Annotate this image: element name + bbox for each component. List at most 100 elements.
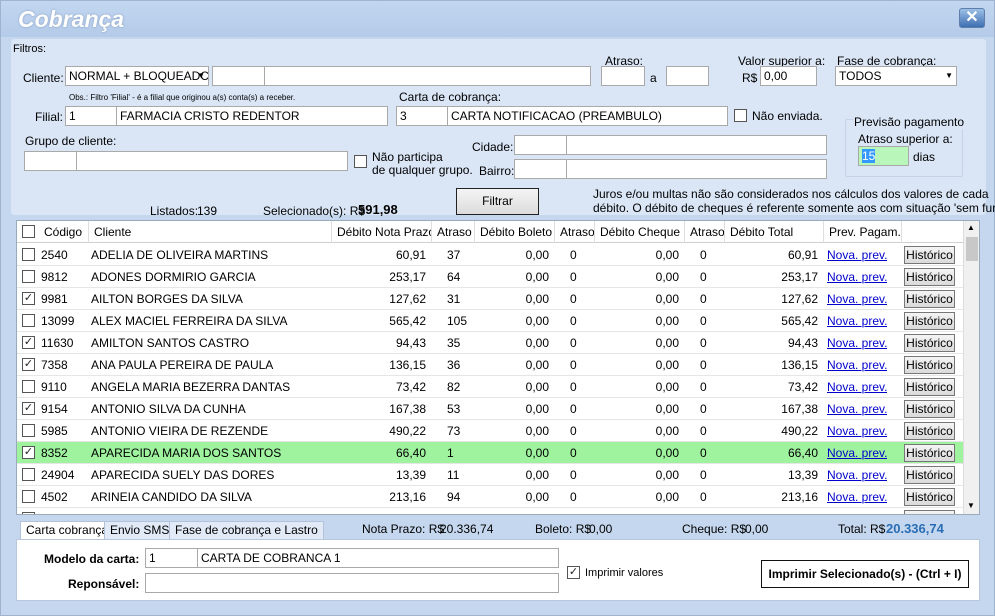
nova-prev-link[interactable]: Nova. prev. xyxy=(827,442,887,464)
col-debito-cheque[interactable]: Débito Cheque xyxy=(595,221,685,243)
table-row[interactable]: 4502 ARINEIA CANDIDO DA SILVA 213,16 94 0,00… xyxy=(17,486,963,508)
grupo-name-field[interactable] xyxy=(76,151,348,171)
imprimir-selecionados-button[interactable]: Imprimir Selecionado(s) - (Ctrl + I) xyxy=(761,560,969,588)
historico-button[interactable]: Histórico xyxy=(904,378,955,396)
col-codigo[interactable]: Código xyxy=(39,221,89,243)
table-row[interactable]: 2540 ADELIA DE OLIVEIRA MARTINS 60,91 37 0,0… xyxy=(17,244,963,266)
chevron-down-icon: ▼ xyxy=(197,71,205,80)
row-checkbox[interactable] xyxy=(22,490,35,503)
nao-enviada-checkbox[interactable] xyxy=(734,109,747,122)
row-checkbox[interactable] xyxy=(22,380,35,393)
row-checkbox[interactable]: ✓ xyxy=(22,402,35,415)
historico-button[interactable]: Histórico xyxy=(904,444,955,462)
responsavel-field[interactable] xyxy=(145,573,559,593)
col-debito-nota[interactable]: Débito Nota Prazo xyxy=(332,221,432,243)
historico-button[interactable]: Histórico xyxy=(904,312,955,330)
cliente-name-field[interactable] xyxy=(264,66,591,86)
atraso-superior-field[interactable]: 15 xyxy=(858,146,909,166)
bairro-name-field[interactable] xyxy=(566,159,827,179)
cell-cliente: ADELIA DE OLIVEIRA MARTINS xyxy=(91,248,269,262)
tab-carta-cobranca[interactable]: Carta cobrança xyxy=(20,521,115,541)
carta-code-field[interactable]: 3 xyxy=(396,106,448,126)
historico-button[interactable]: Histórico xyxy=(904,334,955,352)
table-row[interactable]: ✓ 8352 APARECIDA MARIA DOS SANTOS 66,40 1 0,0… xyxy=(17,442,963,464)
table-row[interactable]: ✓ 11630 AMILTON SANTOS CASTRO 94,43 35 0,00 0 0… xyxy=(17,332,963,354)
fase-select[interactable]: TODOS ▼ xyxy=(835,66,957,86)
table-row[interactable]: ✓ 9981 AILTON BORGES DA SILVA 127,62 31 0,00 0… xyxy=(17,288,963,310)
table-row[interactable]: ✓ 9154 ANTONIO SILVA DA CUNHA 167,38 53 0,00 0… xyxy=(17,398,963,420)
cliente-type-select[interactable]: NORMAL + BLOQUEADC ▼ xyxy=(65,66,209,86)
nova-prev-link[interactable]: Nova. prev. xyxy=(827,398,887,420)
nova-prev-link[interactable]: Nova. prev. xyxy=(827,486,887,508)
col-atraso-2[interactable]: Atraso xyxy=(555,221,595,243)
table-row[interactable]: 24904 APARECIDA SUELY DAS DORES 13,39 11 0,0… xyxy=(17,464,963,486)
scroll-thumb[interactable] xyxy=(966,237,978,261)
nova-prev-link[interactable]: Nova. prev. xyxy=(827,354,887,376)
nova-prev-link[interactable]: Nova. prev. xyxy=(827,464,887,486)
col-cliente[interactable]: Cliente xyxy=(89,221,332,243)
table-row[interactable]: ✓ 7358 ANA PAULA PEREIRA DE PAULA 136,15 36 0… xyxy=(17,354,963,376)
carta-name-field[interactable]: CARTA NOTIFICACAO (PREAMBULO) xyxy=(447,106,728,126)
atraso-to-field[interactable] xyxy=(666,66,709,86)
cobranca-window: Cobrança ✕ Filtros: Cliente: NORMAL + BL… xyxy=(0,0,995,616)
table-row[interactable]: 13099 ALEX MACIEL FERREIRA DA SILVA 565,42… xyxy=(17,310,963,332)
nova-prev-link[interactable]: Nova. prev. xyxy=(827,332,887,354)
nova-prev-link[interactable]: Nova. prev. xyxy=(827,376,887,398)
cidade-code-field[interactable] xyxy=(514,135,567,155)
modelo-code-field[interactable]: 1 xyxy=(145,548,198,568)
historico-button[interactable]: Histórico xyxy=(904,246,955,264)
select-all-checkbox[interactable] xyxy=(22,225,35,238)
filtrar-button[interactable]: Filtrar xyxy=(456,188,539,215)
nova-prev-link[interactable]: Nova. prev. xyxy=(827,244,887,266)
scroll-down-icon[interactable]: ▼ xyxy=(967,501,975,510)
historico-button[interactable]: Histórico xyxy=(904,488,955,506)
col-debito-boleto[interactable]: Débito Boleto xyxy=(475,221,555,243)
table-row[interactable]: 9814ARLEM HUMBERTO PIMENTA37,8837,88Nova… xyxy=(17,508,963,514)
row-checkbox[interactable] xyxy=(22,468,35,481)
historico-button[interactable]: Histórico xyxy=(904,356,955,374)
tab-envio-sms[interactable]: Envio SMS xyxy=(104,521,176,540)
filial-code-field[interactable]: 1 xyxy=(65,106,117,126)
historico-button[interactable]: Histórico xyxy=(904,268,955,286)
table-scrollbar[interactable]: ▲ ▼ xyxy=(963,221,979,514)
cidade-name-field[interactable] xyxy=(566,135,827,155)
row-checkbox[interactable]: ✓ xyxy=(22,358,35,371)
valor-field[interactable]: 0,00 xyxy=(760,66,817,86)
bairro-code-field[interactable] xyxy=(514,159,567,179)
table-row[interactable]: 9110 ANGELA MARIA BEZERRA DANTAS 73,42 82 0,… xyxy=(17,376,963,398)
historico-button[interactable]: Histórico xyxy=(904,466,955,484)
row-checkbox[interactable] xyxy=(22,424,35,437)
nao-participa-checkbox[interactable] xyxy=(354,155,367,168)
historico-button[interactable]: Histórico xyxy=(904,400,955,418)
col-atraso-1[interactable]: Atraso xyxy=(432,221,475,243)
filial-name-field[interactable]: FARMACIA CRISTO REDENTOR xyxy=(116,106,388,126)
row-checkbox[interactable]: ✓ xyxy=(22,336,35,349)
close-icon[interactable]: ✕ xyxy=(959,8,985,28)
scroll-up-icon[interactable]: ▲ xyxy=(967,223,975,232)
imprimir-valores-checkbox[interactable]: ✓ xyxy=(567,566,580,579)
row-checkbox[interactable]: ✓ xyxy=(22,446,35,459)
table-row[interactable]: 9812 ADONES DORMIRIO GARCIA 253,17 64 0,00 0 0… xyxy=(17,266,963,288)
row-checkbox[interactable] xyxy=(22,270,35,283)
row-checkbox[interactable]: ✓ xyxy=(22,292,35,305)
nova-prev-link[interactable]: Nova. prev. xyxy=(827,508,887,514)
historico-button[interactable]: Histórico xyxy=(904,510,955,514)
atraso-from-field[interactable] xyxy=(601,66,645,86)
cliente-code-field[interactable] xyxy=(212,66,265,86)
row-checkbox[interactable] xyxy=(22,248,35,261)
table-row[interactable]: 5985 ANTONIO VIEIRA DE REZENDE 490,22 73 0,0… xyxy=(17,420,963,442)
row-checkbox[interactable] xyxy=(22,512,35,514)
nova-prev-link[interactable]: Nova. prev. xyxy=(827,310,887,332)
grupo-code-field[interactable] xyxy=(24,151,77,171)
col-prev-pagam[interactable]: Prev. Pagam. xyxy=(824,221,902,243)
modelo-name-field[interactable]: CARTA DE COBRANCA 1 xyxy=(197,548,559,568)
col-atraso-3[interactable]: Atraso xyxy=(685,221,725,243)
row-checkbox[interactable] xyxy=(22,314,35,327)
nova-prev-link[interactable]: Nova. prev. xyxy=(827,288,887,310)
historico-button[interactable]: Histórico xyxy=(904,290,955,308)
nova-prev-link[interactable]: Nova. prev. xyxy=(827,266,887,288)
col-debito-total[interactable]: Débito Total xyxy=(725,221,824,243)
historico-button[interactable]: Histórico xyxy=(904,422,955,440)
nova-prev-link[interactable]: Nova. prev. xyxy=(827,420,887,442)
tab-fase-cobranca[interactable]: Fase de cobrança e Lastro xyxy=(169,521,324,540)
